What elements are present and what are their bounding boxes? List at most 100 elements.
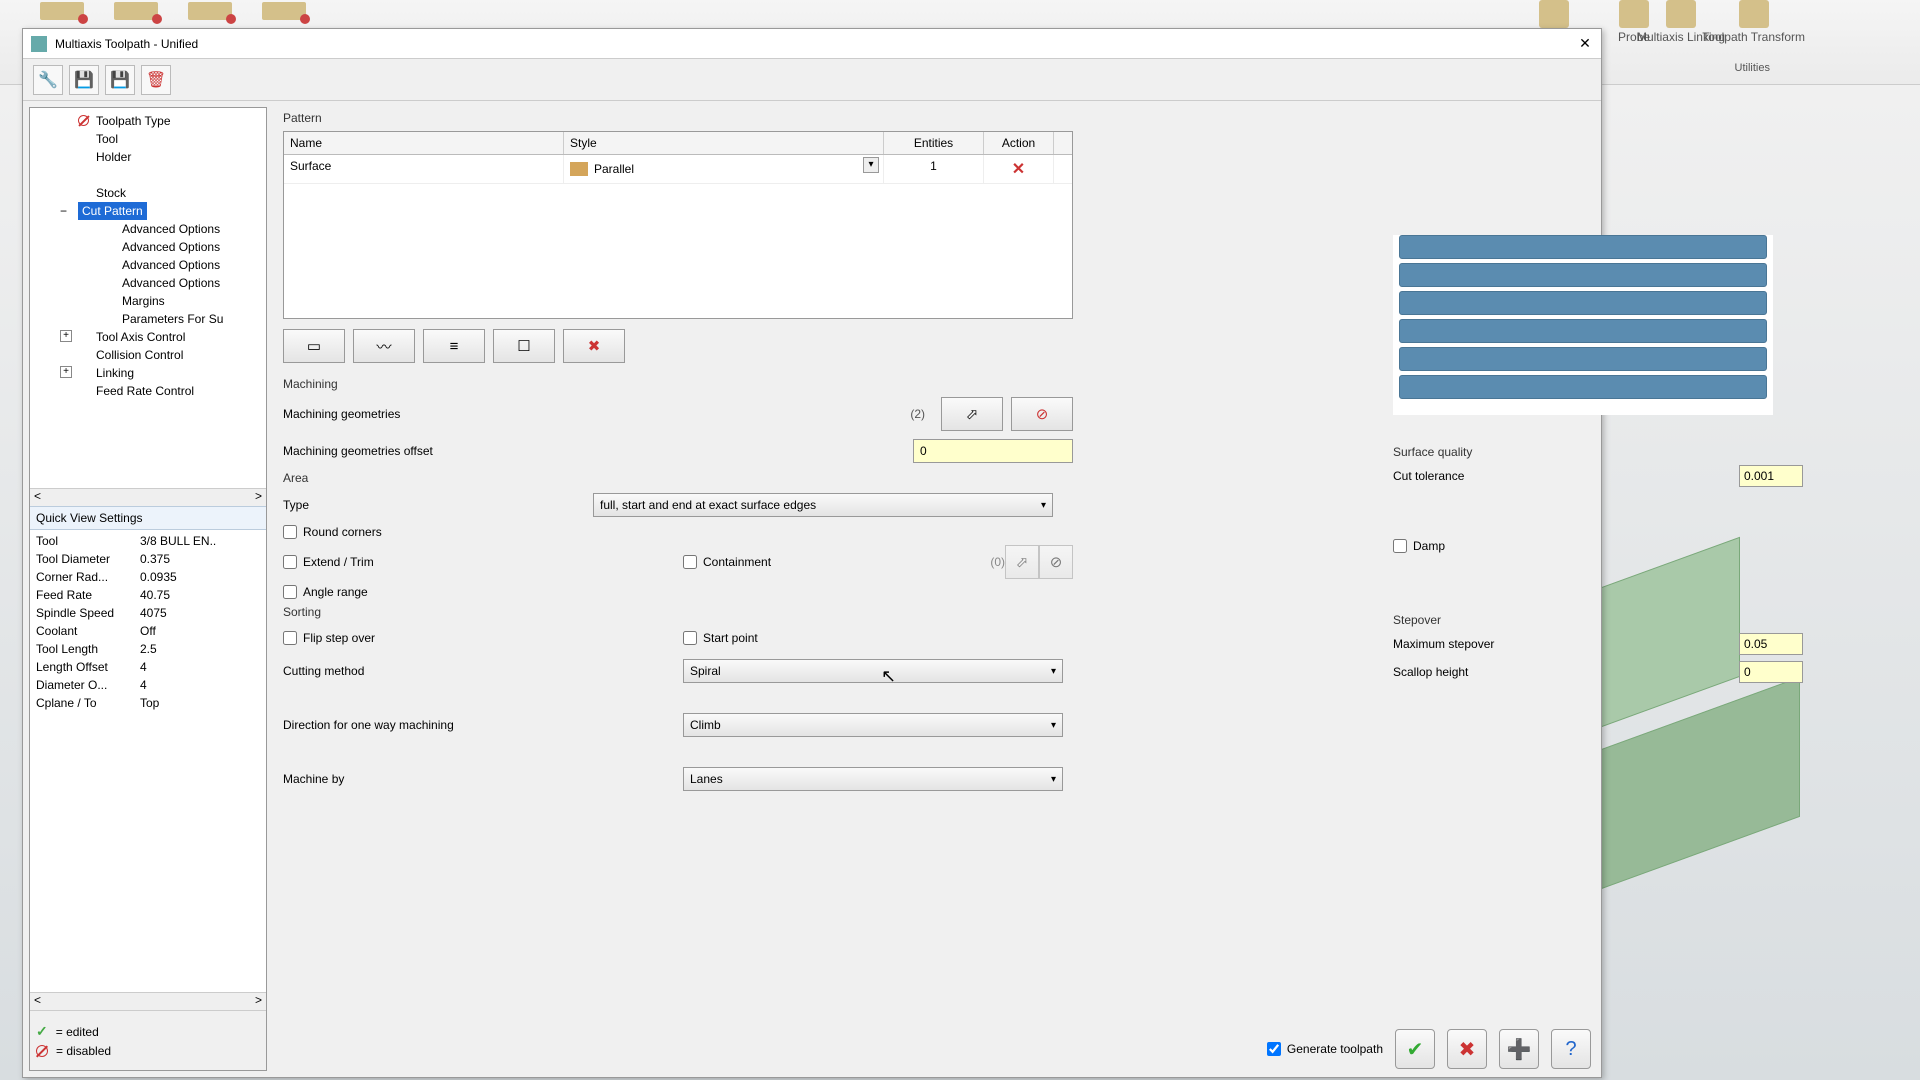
cancel-button[interactable]: ✖	[1447, 1029, 1487, 1069]
tree-item-parameters-su[interactable]: Parameters For Su	[32, 310, 264, 328]
containment-count: (0)	[990, 555, 1005, 569]
pattern-preview	[1393, 235, 1773, 415]
angle-range-checkbox[interactable]	[283, 585, 297, 599]
surface-quality-title: Surface quality	[1393, 445, 1803, 459]
pattern-name-cell: Surface	[284, 155, 564, 183]
chevron-down-icon: ▾	[1051, 720, 1056, 731]
generate-toolpath-checkbox[interactable]	[1267, 1042, 1281, 1056]
qv-row: Length Offset4	[32, 658, 264, 676]
disabled-mark-icon	[78, 115, 89, 126]
qv-row: Cplane / ToTop	[32, 694, 264, 712]
tree-scrollbar[interactable]: <>	[30, 488, 266, 506]
tool-manager-icon[interactable]	[1539, 0, 1569, 28]
col-header-style: Style	[564, 132, 884, 154]
max-stepover-input[interactable]	[1739, 633, 1803, 655]
col-header-entities: Entities	[884, 132, 984, 154]
direction-select[interactable]: Climb▾	[683, 713, 1063, 737]
qv-row: Tool Diameter0.375	[32, 550, 264, 568]
qv-row: Spindle Speed4075	[32, 604, 264, 622]
toolpath-transform-icon[interactable]	[1739, 0, 1769, 28]
quick-view-header: Quick View Settings	[30, 506, 266, 530]
qv-row: CoolantOff	[32, 622, 264, 640]
containment-select-btn[interactable]: ⬀	[1005, 545, 1039, 579]
containment-clear-btn[interactable]: ⊘	[1039, 545, 1073, 579]
flip-stepover-checkbox[interactable]	[283, 631, 297, 645]
extend-trim-checkbox[interactable]	[283, 555, 297, 569]
tree-item-feed-rate-control[interactable]: Feed Rate Control	[32, 382, 264, 400]
close-button[interactable]: ✕	[1575, 33, 1595, 53]
direction-label: Direction for one way machining	[283, 718, 683, 732]
tree-item-stock[interactable]: Stock	[32, 184, 264, 202]
ribbon-icon[interactable]	[262, 2, 306, 20]
save-icon-button[interactable]: 💾	[69, 65, 99, 95]
tool-icon-button[interactable]: 🔧	[33, 65, 63, 95]
pattern-btn-clear[interactable]: ✖	[563, 329, 625, 363]
machining-geom-label: Machining geometries	[283, 407, 400, 421]
qv-row: Corner Rad...0.0935	[32, 568, 264, 586]
pattern-btn-4[interactable]: ☐	[493, 329, 555, 363]
qv-scrollbar[interactable]: <>	[30, 992, 266, 1010]
col-header-action: Action	[984, 132, 1054, 154]
scallop-height-input[interactable]	[1739, 661, 1803, 683]
pattern-btn-3[interactable]: ≡	[423, 329, 485, 363]
ribbon-icon[interactable]	[40, 2, 84, 20]
collapse-icon[interactable]: −	[60, 204, 67, 218]
tree-item-tool-axis-control[interactable]: +Tool Axis Control	[32, 328, 264, 346]
machine-by-select[interactable]: Lanes▾	[683, 767, 1063, 791]
tree-item-linking[interactable]: +Linking	[32, 364, 264, 382]
start-point-checkbox[interactable]	[683, 631, 697, 645]
pattern-btn-1[interactable]: ▭	[283, 329, 345, 363]
cut-tolerance-label: Cut tolerance	[1393, 469, 1603, 483]
expand-icon[interactable]: +	[60, 366, 72, 378]
legend: ✓= edited = disabled	[30, 1010, 266, 1070]
parallel-icon	[570, 162, 588, 176]
machining-offset-input[interactable]	[913, 439, 1073, 463]
tree-item-tool[interactable]: Tool	[32, 130, 264, 148]
delete-row-button[interactable]: ✕	[1012, 161, 1025, 178]
machining-select-btn[interactable]: ⬀	[941, 397, 1003, 431]
ribbon-label: Toolpath Transform	[1702, 30, 1805, 44]
delete-icon-button[interactable]: 🗑	[141, 65, 171, 95]
pattern-style-cell[interactable]: Parallel ▾	[564, 155, 884, 183]
ribbon-group-label: Utilities	[1735, 62, 1770, 74]
tree-item-advanced-options[interactable]: Advanced Options	[32, 220, 264, 238]
multiaxis-linking-icon[interactable]	[1666, 0, 1696, 28]
scallop-height-label: Scallop height	[1393, 665, 1603, 679]
edited-check-icon: ✓	[36, 1023, 48, 1040]
style-dropdown-icon[interactable]: ▾	[863, 157, 879, 173]
tree-item-holder[interactable]: Holder	[32, 148, 264, 166]
round-corners-checkbox[interactable]	[283, 525, 297, 539]
ribbon-icon[interactable]	[114, 2, 158, 20]
ribbon-icon[interactable]	[188, 2, 232, 20]
dialog-title: Multiaxis Toolpath - Unified	[55, 37, 198, 51]
tree-item-advanced-options[interactable]: Advanced Options	[32, 256, 264, 274]
machine-by-label: Machine by	[283, 772, 683, 786]
tree-item-toolpath-type[interactable]: Toolpath Type	[32, 112, 264, 130]
cut-tolerance-input[interactable]	[1739, 465, 1803, 487]
containment-checkbox[interactable]	[683, 555, 697, 569]
stepover-title: Stepover	[1393, 613, 1803, 627]
help-button[interactable]: ?	[1551, 1029, 1591, 1069]
multiaxis-toolpath-dialog: Multiaxis Toolpath - Unified ✕ 🔧 💾 💾 🗑 T…	[22, 28, 1602, 1078]
damp-checkbox[interactable]	[1393, 539, 1407, 553]
cutting-method-label: Cutting method	[283, 664, 683, 678]
chevron-down-icon: ▾	[1041, 500, 1046, 511]
tree-item-margins[interactable]: Margins	[32, 292, 264, 310]
chevron-down-icon: ▾	[1051, 774, 1056, 785]
tree-item-advanced-options[interactable]: Advanced Options	[32, 238, 264, 256]
nav-tree[interactable]: Toolpath Type Tool Holder Stock −Cut Pat…	[30, 108, 266, 488]
tree-item-collision-control[interactable]: Collision Control	[32, 346, 264, 364]
cutting-method-select[interactable]: Spiral▾	[683, 659, 1063, 683]
col-header-name: Name	[284, 132, 564, 154]
pattern-row[interactable]: Surface Parallel ▾ 1 ✕	[284, 155, 1072, 184]
pattern-btn-2[interactable]: 〰	[353, 329, 415, 363]
expand-icon[interactable]: +	[60, 330, 72, 342]
machining-clear-btn[interactable]: ⊘	[1011, 397, 1073, 431]
add-button[interactable]: ➕	[1499, 1029, 1539, 1069]
ok-button[interactable]: ✔	[1395, 1029, 1435, 1069]
qv-row: Diameter O...4	[32, 676, 264, 694]
save-green-icon-button[interactable]: 💾	[105, 65, 135, 95]
area-type-select[interactable]: full, start and end at exact surface edg…	[593, 493, 1053, 517]
tree-item-advanced-options[interactable]: Advanced Options	[32, 274, 264, 292]
tree-item-cut-pattern[interactable]: Cut Pattern	[78, 202, 147, 220]
